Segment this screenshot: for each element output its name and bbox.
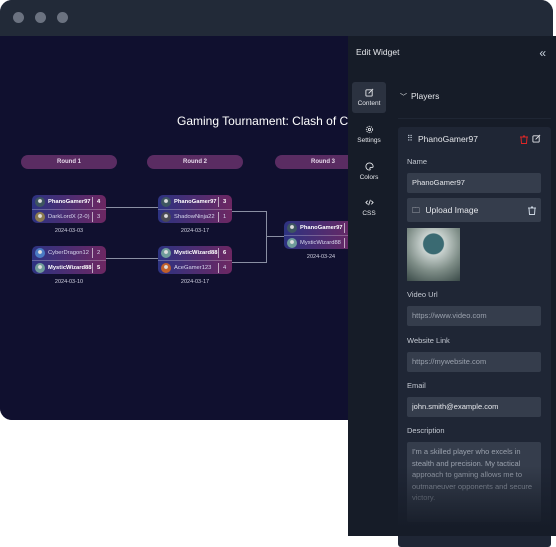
- edit-icon[interactable]: [532, 134, 541, 143]
- player-name: DarkLordX (2-0): [48, 213, 90, 220]
- edit-widget-panel: Edit Widget « Content Settings Colors CS…: [348, 36, 556, 547]
- player-avatar: [35, 248, 45, 258]
- window-close-dot[interactable]: [13, 12, 24, 23]
- window-maximize-dot[interactable]: [57, 12, 68, 23]
- connector-line: [106, 258, 158, 259]
- match-player-row: PhanoGamer975: [284, 221, 358, 235]
- match-date: 2024-03-17: [180, 279, 210, 285]
- palette-icon: [364, 162, 374, 171]
- player-avatar: [35, 197, 45, 207]
- website-link-label: Website Link: [407, 336, 450, 345]
- match-card[interactable]: MysticWizard88 6 AceGamer123 4: [158, 246, 232, 274]
- connector-line: [232, 262, 266, 263]
- player-name: MysticWizard88: [300, 239, 341, 246]
- player-avatar: [287, 223, 297, 233]
- edit-icon: [364, 88, 373, 97]
- connector-line: [232, 211, 266, 212]
- player-avatar: [161, 248, 171, 258]
- email-input[interactable]: [407, 397, 541, 417]
- window-minimize-dot[interactable]: [35, 12, 46, 23]
- match-card[interactable]: PhanoGamer97 3 ShadowNinja22 1: [158, 195, 232, 223]
- match-date: 2024-03-03: [54, 228, 84, 234]
- match-card[interactable]: PhanoGamer97 4 DarkLordX (2-0) 3: [32, 195, 106, 223]
- match-player-row: PhanoGamer97 3: [158, 195, 232, 209]
- tab-label: Settings: [357, 137, 381, 144]
- player-avatar: [161, 197, 171, 207]
- tab-label: Colors: [359, 174, 379, 181]
- match-player-row: DarkLordX (2-0) 3: [32, 209, 106, 223]
- connector-line: [266, 236, 284, 237]
- match-player-row: MysticWizard884: [284, 235, 358, 249]
- player-score: 4: [92, 197, 100, 207]
- player-avatar-image: [407, 228, 460, 281]
- tab-settings[interactable]: Settings: [352, 119, 386, 150]
- player-avatar: [35, 211, 45, 222]
- player-score: 3: [92, 211, 100, 222]
- player-avatar: [35, 262, 45, 273]
- player-score: 2: [92, 248, 100, 258]
- match-date: 2024-03-10: [54, 279, 84, 285]
- player-avatar: [161, 211, 171, 222]
- match-player-row: CyberDragon12 2: [32, 246, 106, 260]
- player-avatar: [287, 237, 297, 248]
- video-url-label: Video Url: [407, 290, 438, 299]
- double-chevron-left-icon[interactable]: «: [539, 46, 546, 60]
- name-input[interactable]: [407, 173, 541, 193]
- match-player-row: PhanoGamer97 4: [32, 195, 106, 209]
- player-avatar: [161, 262, 171, 273]
- divider: [398, 118, 551, 119]
- player-score: 4: [218, 262, 226, 273]
- match-player-row: ShadowNinja22 1: [158, 209, 232, 223]
- trash-icon[interactable]: [520, 135, 528, 144]
- player-score: 3: [218, 197, 226, 207]
- tab-content[interactable]: Content: [352, 82, 386, 113]
- player-name: PhanoGamer97: [48, 199, 91, 205]
- scroll-fade: [348, 466, 556, 536]
- player-heading: PhanoGamer97: [418, 134, 479, 144]
- match-card[interactable]: PhanoGamer975MysticWizard884: [284, 221, 358, 249]
- chevron-down-icon: ﹀: [400, 94, 407, 101]
- player-name: MysticWizard88: [48, 264, 92, 271]
- email-label: Email: [407, 381, 426, 390]
- drag-handle-icon[interactable]: ⠿: [407, 134, 413, 143]
- match-player-row: AceGamer123 4: [158, 260, 232, 274]
- tab-label: Content: [357, 100, 381, 107]
- match-player-row: MysticWizard88 5: [32, 260, 106, 274]
- section-label: Players: [411, 91, 440, 101]
- match-date: 2024-03-24: [306, 254, 336, 260]
- player-score: 5: [92, 262, 100, 273]
- players-section-toggle[interactable]: ﹀ Players: [400, 91, 439, 102]
- upload-label: Upload Image: [425, 205, 479, 215]
- website-link-input[interactable]: [407, 352, 541, 372]
- round-header: Round 2: [147, 155, 243, 169]
- description-label: Description: [407, 426, 445, 435]
- connector-line: [266, 211, 267, 263]
- player-score: 1: [218, 211, 226, 222]
- trash-icon[interactable]: [528, 206, 536, 215]
- name-label: Name: [407, 157, 428, 166]
- player-name: PhanoGamer97: [174, 199, 217, 205]
- match-player-row: MysticWizard88 6: [158, 246, 232, 260]
- player-score: 6: [218, 248, 226, 258]
- round-header: Round 1: [21, 155, 117, 169]
- connector-line: [106, 207, 158, 208]
- player-name: PhanoGamer97: [300, 225, 343, 231]
- panel-title: Edit Widget: [356, 47, 400, 57]
- upload-image-button[interactable]: 🗀 Upload Image: [407, 198, 541, 222]
- player-name: MysticWizard88: [174, 250, 218, 256]
- folder-plus-icon: 🗀: [412, 206, 420, 215]
- player-name: ShadowNinja22: [174, 213, 215, 220]
- match-date: 2024-03-17: [180, 228, 210, 234]
- tab-css[interactable]: CSS: [352, 192, 386, 223]
- gear-icon: [365, 125, 373, 134]
- match-card[interactable]: CyberDragon12 2 MysticWizard88 5: [32, 246, 106, 274]
- window-titlebar: [0, 0, 553, 36]
- tab-colors[interactable]: Colors: [352, 156, 386, 187]
- player-name: CyberDragon12: [48, 250, 89, 256]
- tab-label: CSS: [362, 210, 376, 217]
- code-icon: [364, 199, 374, 206]
- player-name: AceGamer123: [174, 264, 212, 271]
- video-url-input[interactable]: [407, 306, 541, 326]
